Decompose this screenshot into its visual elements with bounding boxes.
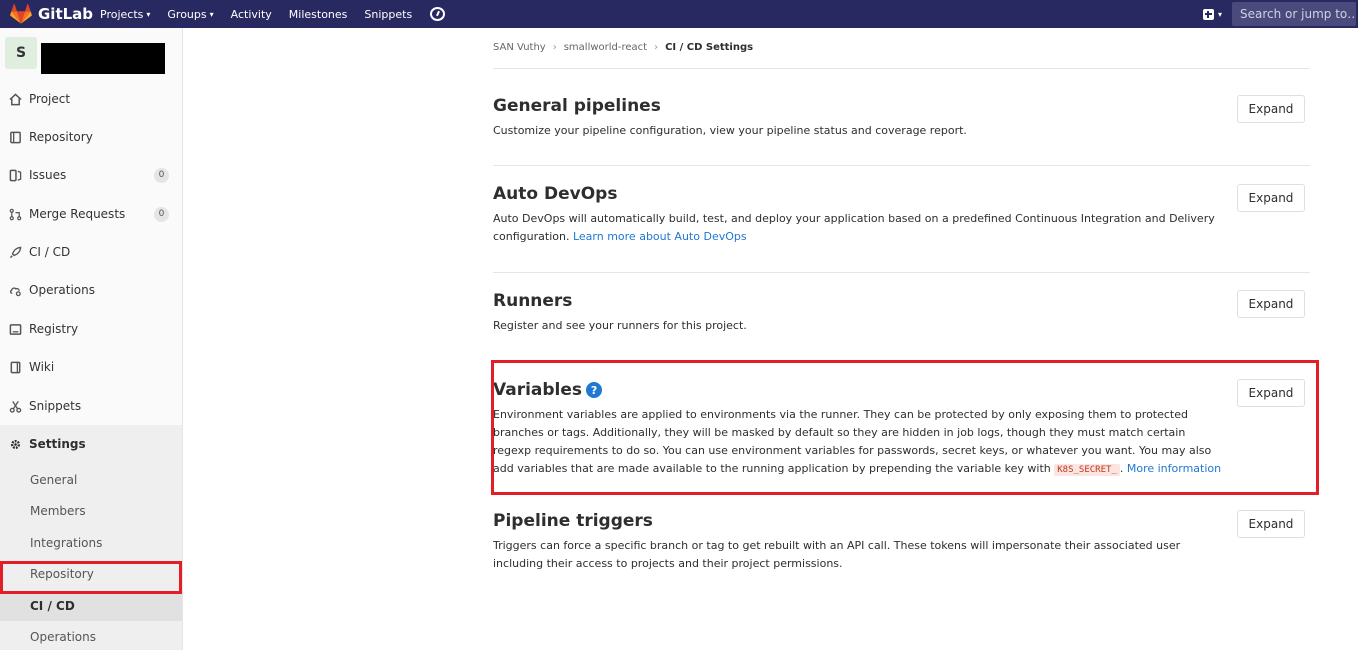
nav-milestones[interactable]: Milestones — [289, 8, 348, 21]
breadcrumb-project[interactable]: smallworld-react — [564, 42, 647, 53]
new-dropdown-button[interactable]: ▾ — [1202, 8, 1222, 20]
sidebar-item-label: Repository — [29, 130, 93, 144]
cloud-gear-icon — [9, 284, 22, 297]
settings-sub-general[interactable]: General — [0, 465, 182, 495]
section-title: Variables ? — [493, 380, 1310, 400]
nav-snippets-label: Snippets — [364, 7, 413, 21]
section-auto-devops: Auto DevOps Auto DevOps will automatical… — [493, 184, 1310, 246]
top-navbar: GitLab Projects ▾ Groups ▾ Activity Milest… — [0, 0, 1358, 28]
help-question-icon[interactable]: ? — [586, 382, 603, 398]
expand-variables-button[interactable]: Expand — [1237, 379, 1305, 407]
section-title: Runners — [493, 291, 573, 311]
sidebar-item-label: Issues — [29, 168, 67, 182]
section-divider — [493, 165, 1310, 166]
sidebar-item-label: Snippets — [29, 399, 82, 413]
issues-count-badge: 0 — [154, 168, 169, 183]
performance-gauge-icon[interactable] — [430, 7, 446, 21]
section-description: Register and see your runners for this p… — [493, 319, 747, 332]
sidebar-item-label: Settings — [29, 437, 86, 451]
sidebar-item-label: Merge Requests — [29, 207, 126, 221]
section-description-end: . — [1119, 462, 1124, 475]
settings-sub-integrations[interactable]: Integrations — [0, 528, 182, 558]
expand-pipeline-triggers-button[interactable]: Expand — [1237, 510, 1305, 538]
section-divider — [493, 272, 1310, 273]
project-sidebar: S Project Repository Issues 0 Merge Requ… — [0, 28, 183, 650]
chevron-right-icon: › — [552, 42, 557, 53]
sidebar-item-label: Registry — [29, 322, 79, 336]
expand-general-pipelines-button[interactable]: Expand — [1237, 95, 1305, 123]
nav-projects[interactable]: Projects ▾ — [100, 8, 150, 21]
settings-sub-ci-cd[interactable]: CI / CD — [0, 591, 182, 621]
brand-name: GitLab — [38, 5, 94, 23]
sidebar-item-ci-cd[interactable]: CI / CD — [0, 233, 182, 271]
project-avatar[interactable]: S — [5, 37, 37, 69]
section-description: Triggers can force a specific branch or … — [493, 539, 1181, 570]
project-name-redacted[interactable] — [41, 43, 165, 74]
sidebar-item-settings[interactable]: Settings — [0, 425, 182, 463]
sidebar-item-merge-requests[interactable]: Merge Requests 0 — [0, 195, 182, 233]
nav-groups[interactable]: Groups ▾ — [167, 8, 213, 21]
book-icon — [9, 131, 22, 144]
wiki-icon — [9, 361, 22, 374]
rocket-icon — [9, 246, 22, 259]
expand-auto-devops-button[interactable]: Expand — [1237, 184, 1305, 212]
breadcrumb-divider — [493, 68, 1310, 69]
nav-activity-label: Activity — [230, 7, 272, 21]
section-description: Customize your pipeline configuration, v… — [493, 124, 967, 137]
code-snippet: K8S_SECRET_ — [1054, 464, 1120, 476]
breadcrumb: SAN Vuthy › smallworld-react › CI / CD S… — [493, 42, 753, 53]
section-pipeline-triggers: Pipeline triggers Triggers can force a s… — [493, 511, 1310, 573]
nav-milestones-label: Milestones — [288, 7, 348, 21]
sidebar-item-label: Operations — [29, 283, 95, 297]
sidebar-item-registry[interactable]: Registry — [0, 310, 182, 348]
breadcrumb-current: CI / CD Settings — [665, 42, 754, 53]
section-general-pipelines: General pipelines Customize your pipelin… — [493, 96, 1310, 140]
sidebar-item-project[interactable]: Project — [0, 80, 182, 118]
issues-icon — [9, 169, 22, 182]
sidebar-item-label: Wiki — [29, 360, 55, 374]
breadcrumb-owner[interactable]: SAN Vuthy — [493, 42, 546, 53]
learn-more-auto-devops-link[interactable]: Learn more about Auto DevOps — [573, 230, 747, 243]
section-description: Auto DevOps will automatically build, te… — [493, 210, 1223, 246]
sidebar-item-wiki[interactable]: Wiki — [0, 348, 182, 386]
nav-groups-label: Groups — [167, 7, 207, 21]
section-title: Auto DevOps — [493, 184, 618, 204]
settings-sub-members[interactable]: Members — [0, 496, 182, 526]
section-variables: Variables ? Environment variables are ap… — [493, 380, 1310, 479]
sidebar-item-operations[interactable]: Operations — [0, 271, 182, 309]
nav-activity[interactable]: Activity — [231, 8, 272, 21]
container-icon — [9, 323, 22, 336]
nav-projects-label: Projects — [100, 7, 144, 21]
expand-runners-button[interactable]: Expand — [1237, 290, 1305, 318]
chevron-down-icon: ▾ — [1217, 9, 1222, 19]
settings-sub-repository[interactable]: Repository — [0, 559, 182, 589]
section-title-text: Variables — [493, 380, 583, 400]
sidebar-item-snippets[interactable]: Snippets — [0, 387, 182, 425]
settings-sub-operations[interactable]: Operations — [0, 622, 182, 650]
section-title: Pipeline triggers — [493, 511, 653, 531]
chevron-down-icon: ▾ — [146, 9, 151, 19]
nav-snippets[interactable]: Snippets — [364, 8, 412, 21]
section-title: General pipelines — [493, 96, 661, 116]
sidebar-item-label: Project — [29, 92, 71, 106]
gitlab-home-link[interactable]: GitLab — [0, 0, 100, 28]
sidebar-item-issues[interactable]: Issues 0 — [0, 156, 182, 194]
sidebar-item-label: CI / CD — [29, 245, 71, 259]
section-runners: Runners Register and see your runners fo… — [493, 291, 1310, 335]
gear-icon — [9, 438, 22, 451]
chevron-right-icon: › — [654, 42, 659, 53]
scissors-icon — [9, 400, 22, 413]
home-icon — [9, 92, 22, 106]
merge-requests-count-badge: 0 — [154, 207, 169, 222]
chevron-down-icon: ▾ — [209, 9, 214, 19]
gitlab-logo-icon — [10, 3, 32, 24]
search-input[interactable]: Search or jump to… — [1232, 2, 1356, 26]
topbar-right: ▾ Search or jump to… — [1202, 0, 1358, 28]
merge-request-icon — [9, 208, 22, 221]
more-information-link[interactable]: More information — [1127, 462, 1221, 475]
main-nav: Projects ▾ Groups ▾ Activity Milestones Sn… — [100, 0, 446, 28]
sidebar-item-repository[interactable]: Repository — [0, 118, 182, 156]
plus-square-icon — [1202, 8, 1214, 20]
section-description: Environment variables are applied to env… — [493, 406, 1223, 479]
